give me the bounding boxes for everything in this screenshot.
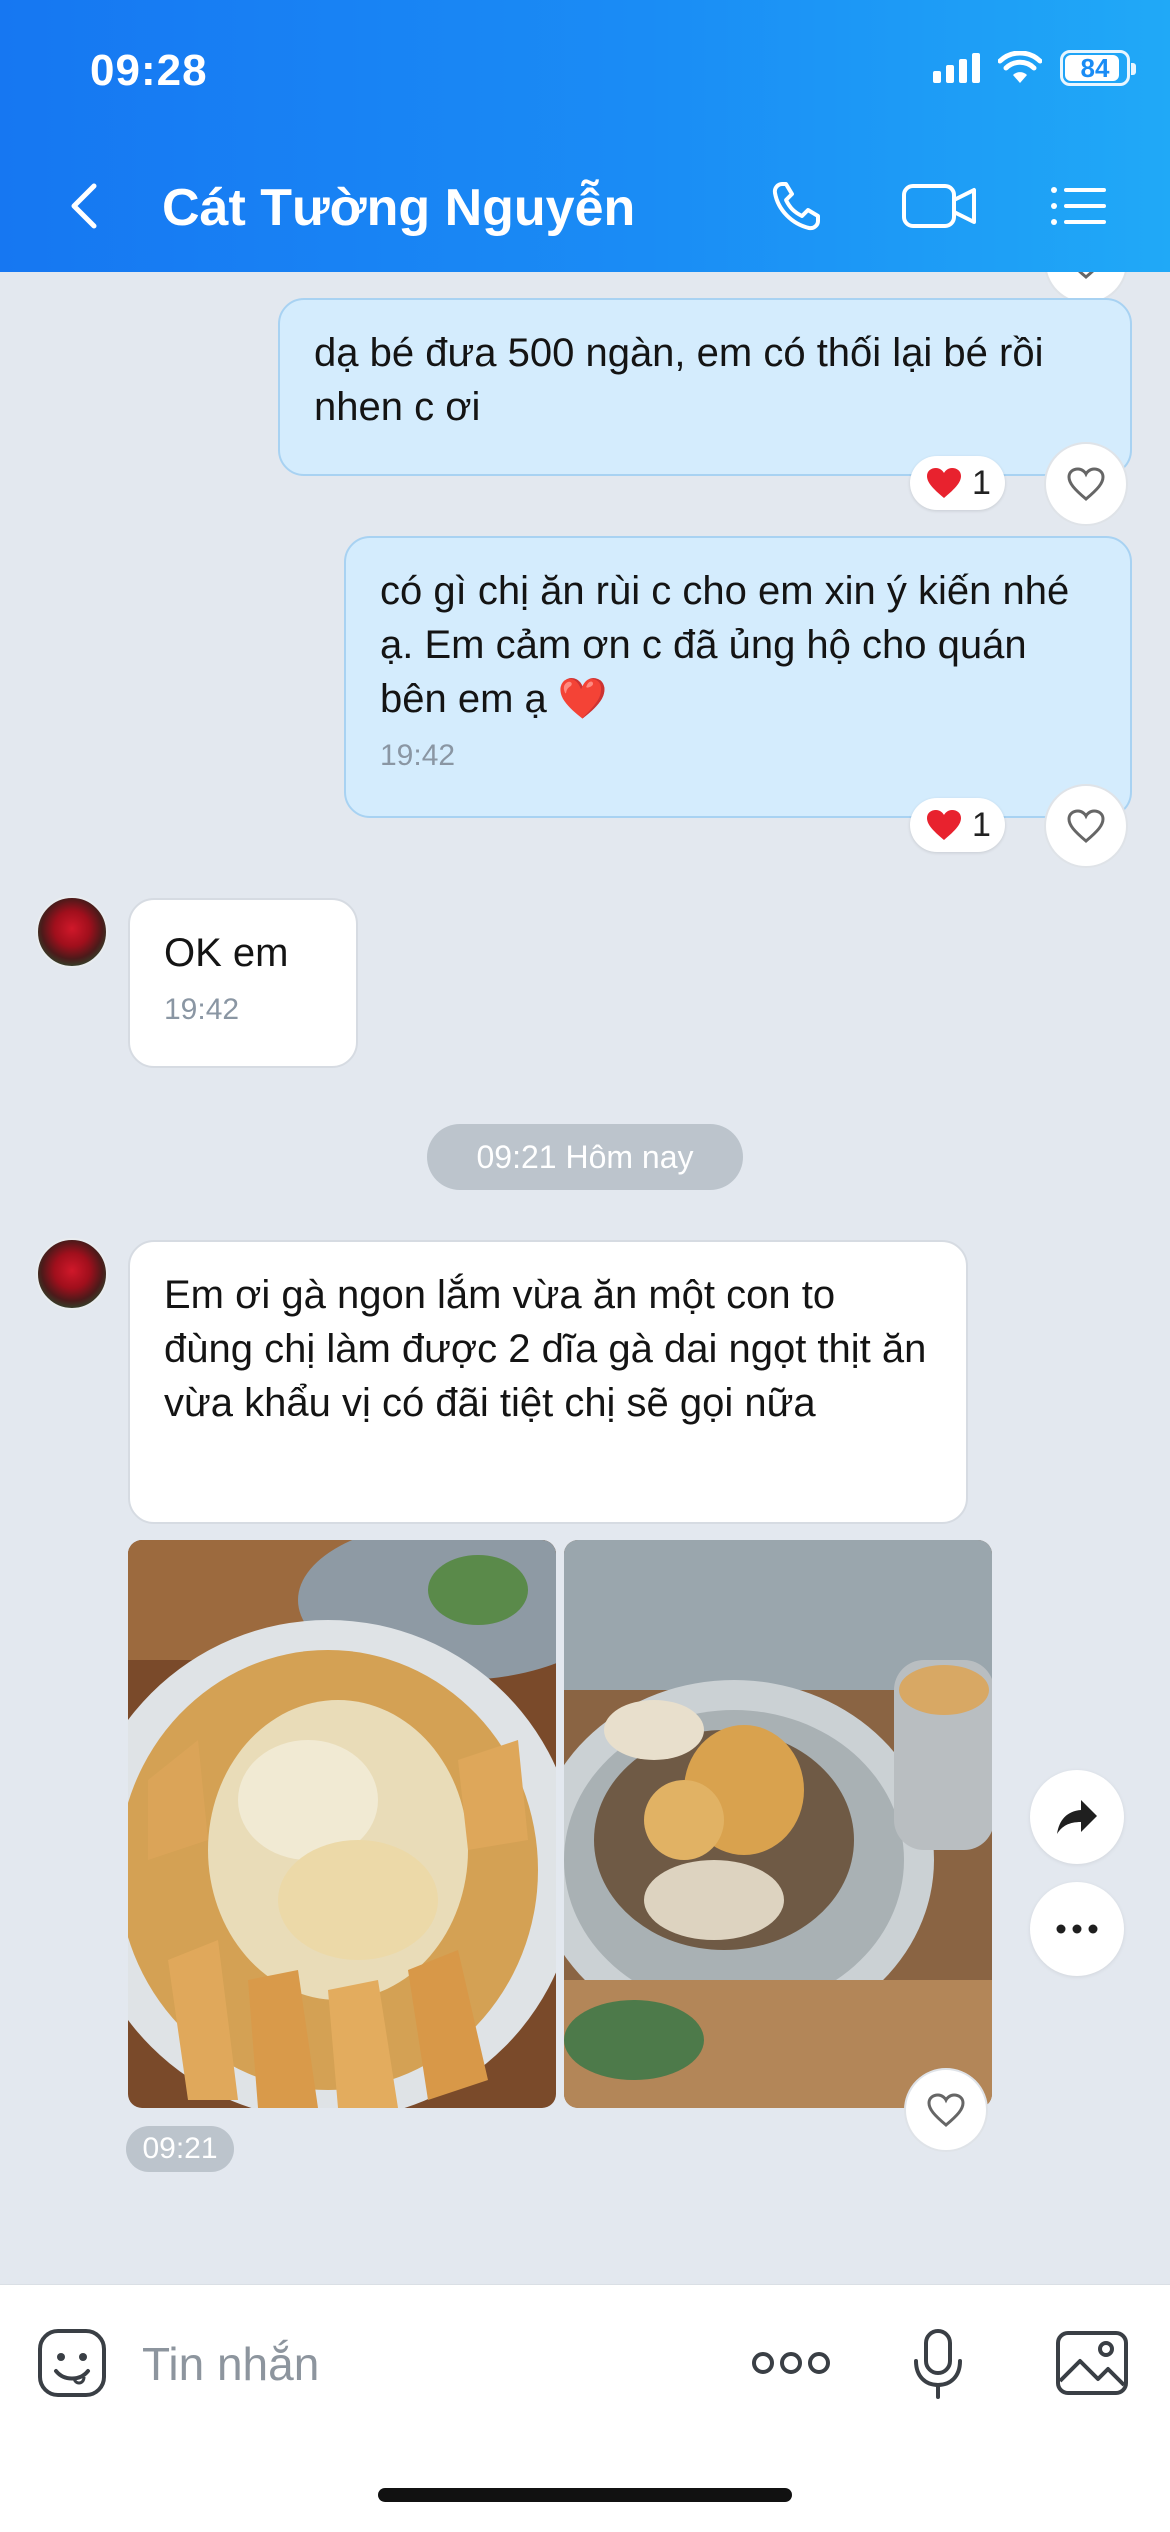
message-bubble-incoming[interactable]: OK em 19:42: [128, 898, 358, 1068]
heart-icon: [927, 810, 961, 840]
contact-name[interactable]: Cát Tường Nguyễn: [162, 178, 635, 238]
microphone-icon[interactable]: [900, 2325, 976, 2401]
reaction-summary[interactable]: 1: [910, 798, 1005, 852]
heart-icon: [927, 468, 961, 498]
sticker-icon[interactable]: [34, 2325, 110, 2401]
more-button[interactable]: [1030, 1882, 1124, 1976]
heart-react-button[interactable]: [1044, 442, 1128, 526]
image-icon[interactable]: [1054, 2325, 1130, 2401]
video-call-icon[interactable]: [900, 178, 980, 234]
menu-list-icon[interactable]: [1046, 178, 1110, 234]
heart-icon: [1067, 809, 1105, 843]
message-time: 19:42: [380, 739, 456, 772]
more-icon: [1056, 1924, 1098, 1934]
chat-area[interactable]: dạ bé đưa 500 ngàn, em có thối lại bé rồ…: [0, 272, 1170, 2284]
home-indicator[interactable]: [378, 2488, 792, 2502]
status-time: 09:28: [90, 46, 208, 95]
date-separator: 09:21 Hôm nay: [427, 1124, 743, 1190]
chat-photo[interactable]: [564, 1540, 992, 2108]
more-dots-icon[interactable]: [750, 2325, 832, 2401]
status-indicators: 84: [933, 50, 1136, 86]
message-bubble-outgoing[interactable]: dạ bé đưa 500 ngàn, em có thối lại bé rồ…: [278, 298, 1132, 476]
heart-icon: [1067, 467, 1105, 501]
battery-level: 84: [1080, 52, 1110, 83]
phone-icon[interactable]: [768, 178, 832, 234]
reaction-count: 1: [972, 805, 991, 844]
heart-icon: [1078, 272, 1094, 279]
message-bubble-incoming[interactable]: Em ơi gà ngon lắm vừa ăn một con to đùng…: [128, 1240, 968, 1524]
back-icon[interactable]: [62, 182, 110, 230]
message-time: 19:42: [164, 993, 240, 1026]
message-input[interactable]: Tin nhắn: [142, 2337, 319, 2391]
reaction-count: 1: [972, 463, 991, 502]
signal-icon: [933, 53, 980, 83]
message-text: OK em: [164, 931, 289, 975]
nav-bar: Cát Tường Nguyễn: [0, 160, 1170, 252]
message-time: 09:21: [126, 2126, 234, 2172]
heart-icon: [927, 2093, 965, 2127]
header: 09:28 84 Cát Tường Nguyễn: [0, 0, 1170, 272]
chat-photo[interactable]: [128, 1540, 556, 2108]
share-button[interactable]: [1030, 1770, 1124, 1864]
message-bubble-outgoing[interactable]: có gì chị ăn rùi c cho em xin ý kiến nhé…: [344, 536, 1132, 818]
share-icon: [1057, 1800, 1097, 1834]
heart-react-button[interactable]: [1044, 784, 1128, 868]
wifi-icon: [998, 51, 1042, 83]
avatar[interactable]: [36, 1238, 108, 1310]
heart-react-button[interactable]: [904, 2068, 988, 2152]
message-text: Em ơi gà ngon lắm vừa ăn một con to đùng…: [164, 1273, 927, 1425]
avatar[interactable]: [36, 896, 108, 968]
reaction-summary[interactable]: 1: [910, 456, 1005, 510]
message-text: có gì chị ăn rùi c cho em xin ý kiến nhé…: [380, 569, 1070, 721]
battery-icon: 84: [1060, 50, 1136, 86]
message-text: dạ bé đưa 500 ngàn, em có thối lại bé rồ…: [314, 331, 1044, 429]
